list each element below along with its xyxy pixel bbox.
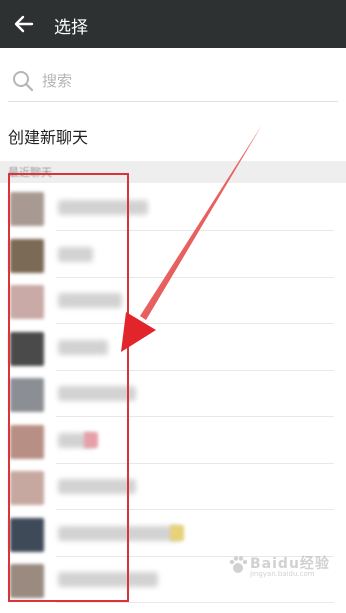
row-divider (56, 602, 334, 603)
watermark-url: jingyan.baidu.com (250, 570, 315, 578)
baidu-watermark: Baidu经验 jingyan.baidu.com (228, 553, 338, 581)
highlight-box (8, 173, 129, 602)
search-input[interactable] (40, 68, 324, 94)
top-bar: 选择 (0, 0, 346, 48)
search-divider (8, 101, 338, 102)
emoji-blurred (170, 524, 184, 541)
create-new-chat-button[interactable]: 创建新聊天 (0, 112, 346, 156)
create-new-chat-label: 创建新聊天 (8, 128, 89, 147)
search-bar[interactable] (0, 58, 346, 102)
search-icon (13, 71, 34, 92)
baidu-paw-icon (229, 556, 248, 573)
arrow-left-icon[interactable] (12, 12, 36, 36)
page-title: 选择 (54, 18, 88, 38)
